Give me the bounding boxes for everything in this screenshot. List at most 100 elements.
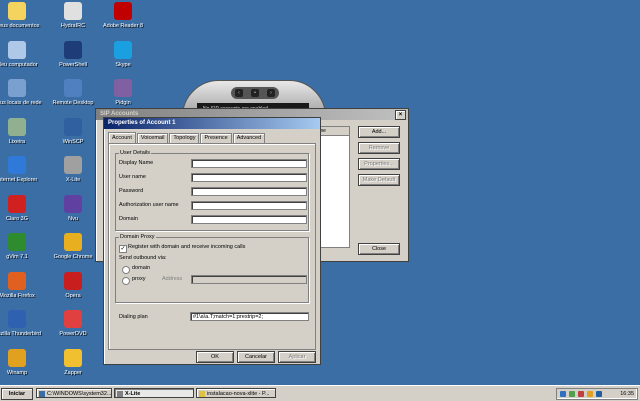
desktop-icon-label: Skype [115, 61, 131, 68]
cancel-button[interactable]: Cancelar [237, 351, 275, 363]
password-input[interactable] [191, 187, 307, 196]
adobe-reader-icon [114, 2, 132, 20]
user-details-title: User Details [119, 150, 151, 157]
send-outbound-label: Send outbound via: [119, 255, 167, 261]
gvim-icon [8, 233, 26, 251]
register-domain-checkbox[interactable]: ✓ [119, 245, 127, 253]
sip-accounts-column-name[interactable]: me [317, 127, 349, 136]
my-computer-icon [8, 40, 26, 59]
user-name-input[interactable] [191, 173, 307, 182]
tab-voicemail[interactable]: Voicemail [136, 133, 169, 143]
google-chrome-icon [64, 233, 82, 251]
desktop-icon[interactable]: Meus documentos [0, 2, 48, 30]
taskbar: Iniciar C:\WINDOWS\system32... X-Lite in… [0, 385, 640, 401]
desktop-icon[interactable]: Meu computador [0, 40, 48, 69]
outbound-domain-radio[interactable] [122, 266, 130, 274]
add-account-button[interactable]: Add... [358, 126, 400, 138]
desktop-icon[interactable]: Claro 3G [0, 194, 48, 223]
remove-account-button[interactable]: Remove [358, 142, 400, 154]
desktop-icon-label: Adobe Reader 8 [102, 23, 144, 29]
desktop-icon[interactable]: Opera [42, 271, 104, 300]
dialing-plan-input[interactable]: #1\a\a.T;match=1;prestrip=2; [190, 312, 309, 321]
desktop-icon[interactable]: gVim 7.1 [0, 233, 48, 261]
powerdvd-icon [64, 310, 82, 328]
desktop-icon[interactable]: Mozilla Firefox [0, 271, 48, 300]
proxy-address-input[interactable] [191, 275, 307, 284]
auth-user-name-input[interactable] [191, 201, 307, 210]
xlite-button[interactable]: ‹ [235, 89, 243, 97]
volume-icon[interactable] [587, 391, 593, 397]
pidgin-icon [114, 79, 132, 97]
domain-proxy-group: Domain Proxy ✓ Register with domain and … [115, 234, 309, 303]
network-places-icon [8, 79, 26, 97]
account-properties-titlebar[interactable]: Properties of Account 1 [104, 118, 320, 129]
make-default-button[interactable]: Make Default [358, 174, 400, 186]
desktop-icon-label: Opera [65, 292, 81, 299]
account-properties-button[interactable]: Properties... [358, 158, 400, 170]
sip-accounts-close-icon[interactable]: × [395, 110, 406, 120]
domain-proxy-title: Domain Proxy [119, 234, 156, 241]
task-xlite-label: X-Lite [125, 391, 141, 397]
user-details-group: User Details Display Name User name Pass… [115, 150, 309, 231]
network-icon[interactable] [569, 391, 575, 397]
task-xlite[interactable]: X-Lite [114, 388, 194, 398]
desktop-icon-label: Internet Explorer [0, 177, 38, 183]
outbound-proxy-radio[interactable] [122, 277, 130, 285]
desktop-icon-label: Mozilla Thunderbird [0, 331, 42, 337]
desktop-icon[interactable]: Internet Explorer [0, 156, 48, 184]
skype-icon [114, 40, 132, 59]
register-domain-label: Register with domain and receive incomin… [128, 244, 246, 250]
xlite-button[interactable]: • [251, 89, 259, 97]
tab-presence[interactable]: Presence [200, 133, 232, 143]
account-properties-tabs: Account Voicemail Topology Presence Adva… [108, 132, 266, 143]
desktop-icon-label: Mozilla Firefox [0, 292, 35, 299]
task-cmd[interactable]: C:\WINDOWS\system32... [36, 388, 112, 398]
desktop-icon-label: Claro 3G [5, 215, 28, 222]
start-button[interactable]: Iniciar [1, 388, 33, 400]
desktop-icon-label: Zapper [64, 369, 82, 376]
desktop-icon[interactable]: Lixeira [0, 117, 48, 146]
paint-icon [199, 391, 205, 397]
sip-accounts-close-button[interactable]: Close [358, 243, 400, 255]
apply-button[interactable]: Aplicar [278, 351, 316, 363]
display-name-input[interactable] [191, 159, 307, 168]
nvu-icon [64, 194, 82, 213]
account-properties-dialog[interactable]: Properties of Account 1 Account Voicemai… [103, 117, 321, 365]
security-icon[interactable] [578, 391, 584, 397]
desktop-icon-label: gVim 7.1 [6, 254, 28, 260]
desktop-icon[interactable]: PowerDVD [42, 310, 104, 338]
tab-account[interactable]: Account [108, 132, 136, 143]
winamp-icon [8, 348, 26, 367]
domain-label: Domain [119, 216, 138, 222]
task-paint-label: instalacao-nova-xlite - P... [207, 391, 270, 397]
tab-advanced[interactable]: Advanced [232, 133, 266, 143]
xlite-icon [117, 391, 123, 397]
desktop-icon[interactable]: Winamp [0, 348, 48, 377]
system-tray: 16:35 [556, 388, 638, 400]
internet-explorer-icon [8, 156, 26, 174]
domain-input[interactable] [191, 215, 307, 224]
desktop-icon[interactable]: Adobe Reader 8 [92, 2, 154, 30]
desktop-icon-label: Meus locais de rede [0, 100, 42, 106]
desktop-icon[interactable]: Mozilla Thunderbird [0, 310, 48, 338]
desktop-icon[interactable]: Meus locais de rede [0, 79, 48, 107]
sip-accounts-list[interactable]: me [316, 126, 350, 248]
task-cmd-label: C:\WINDOWS\system32... [47, 391, 112, 397]
desktop-icon-label: Meu computador [0, 61, 38, 68]
desktop-icon[interactable]: Zapper [42, 348, 104, 377]
desktop-icon[interactable]: Skype [92, 40, 154, 69]
cmd-icon [39, 391, 45, 397]
firefox-icon [8, 271, 26, 290]
outbound-proxy-label: proxy [132, 276, 146, 282]
tray-app-icon[interactable] [596, 391, 602, 397]
tab-topology[interactable]: Topology [169, 133, 200, 143]
clock: 16:35 [620, 391, 634, 397]
recycle-bin-icon [8, 117, 26, 136]
task-paint[interactable]: instalacao-nova-xlite - P... [196, 388, 276, 398]
xlite-button[interactable]: › [267, 89, 275, 97]
desktop-icon[interactable]: Pidgin [92, 79, 154, 107]
help-icon[interactable] [560, 391, 566, 397]
ok-button[interactable]: OK [196, 351, 234, 363]
auth-user-name-label: Authorization user name [119, 202, 179, 208]
account-tab-panel: User Details Display Name User name Pass… [108, 143, 316, 350]
